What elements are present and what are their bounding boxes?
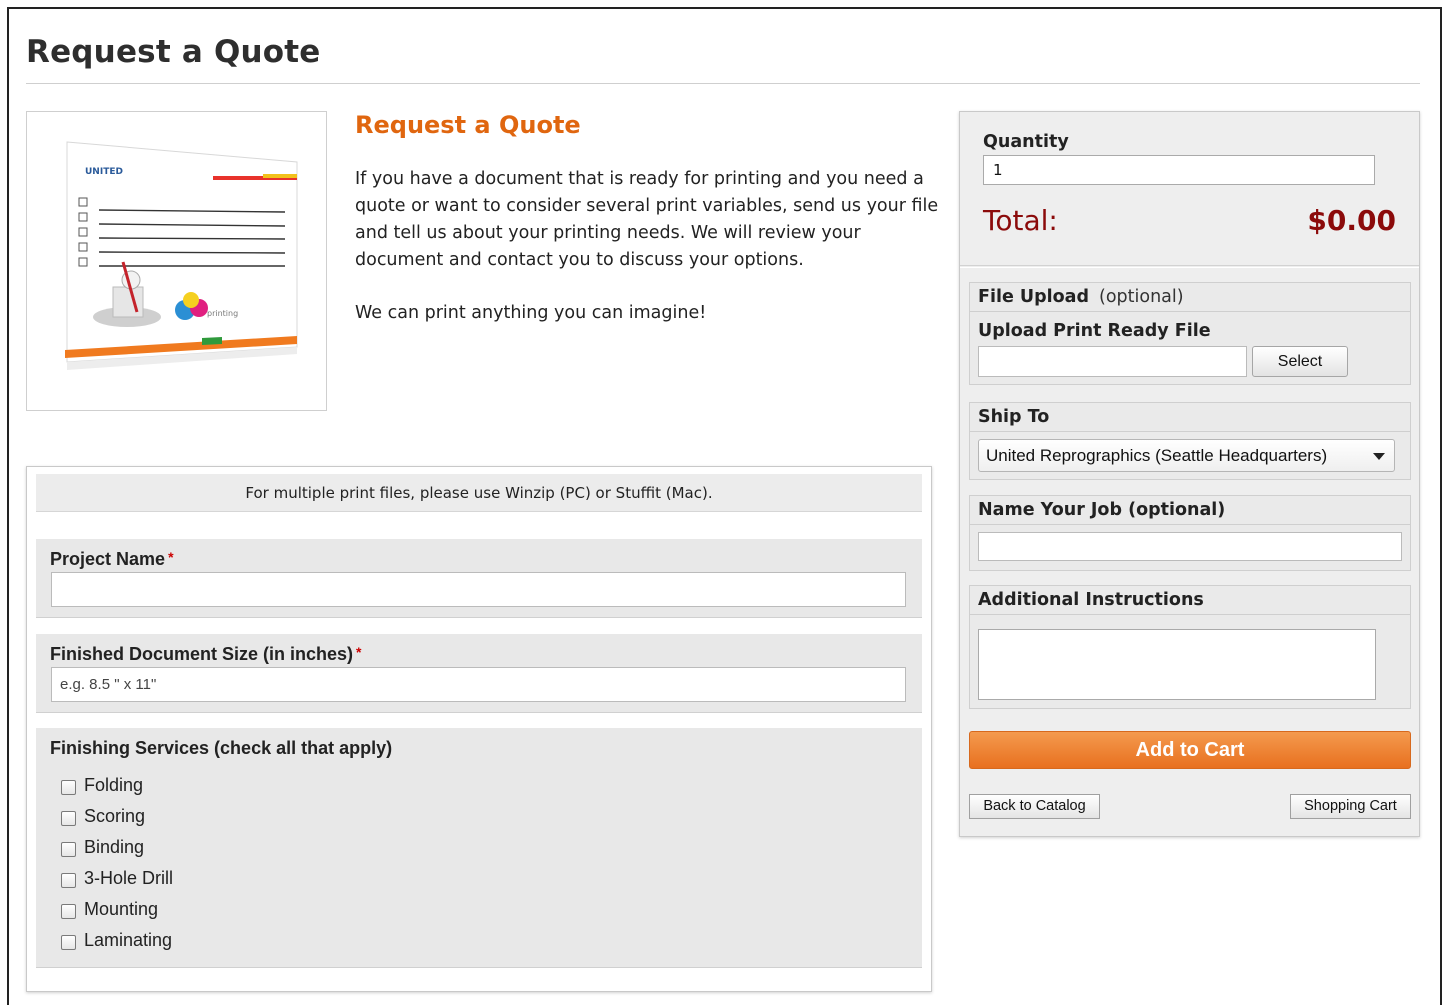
checkbox-mounting[interactable]: Mounting [61,898,158,920]
job-name-heading: Name Your Job (optional) [970,496,1410,525]
svg-text:printing: printing [207,309,238,318]
ship-to-selected-value: United Reprographics (Seattle Headquarte… [986,446,1328,465]
title-divider [26,83,1420,84]
upload-print-ready-label: Upload Print Ready File [978,321,1211,341]
project-name-label: Project Name * [50,549,174,570]
document-size-label: Finished Document Size (in inches) * [50,644,362,665]
ship-to-group: Ship To United Reprographics (Seattle He… [969,402,1411,480]
total-value: $0.00 [1307,204,1396,237]
ship-to-select[interactable]: United Reprographics (Seattle Headquarte… [978,439,1395,472]
checkbox-icon[interactable] [61,872,76,888]
intro-tagline: We can print anything you can imagine! [355,303,707,323]
file-upload-title: File Upload [978,287,1090,307]
checkbox-scoring[interactable]: Scoring [61,805,145,827]
select-file-button[interactable]: Select [1252,346,1348,377]
job-name-group: Name Your Job (optional) [969,495,1411,571]
document-size-panel: Finished Document Size (in inches) * e.g.… [36,634,922,713]
quantity-label: Quantity [983,132,1069,152]
finishing-services-panel: Finishing Services (check all that apply… [36,728,922,968]
quote-form-illustration: UNITED printing [65,141,298,370]
checkbox-folding[interactable]: Folding [61,774,143,796]
add-to-cart-button[interactable]: Add to Cart [969,731,1411,769]
checkbox-label: Laminating [84,929,173,950]
intro-body: If you have a document that is ready for… [355,166,940,327]
checkbox-label: Mounting [84,898,159,919]
intro-heading: Request a Quote [355,111,581,139]
quantity-input[interactable]: 1 [983,155,1375,185]
required-marker: * [356,644,362,660]
finishing-services-label: Finishing Services (check all that apply… [50,738,393,758]
sidebar-divider-highlight [960,267,1419,268]
total-label: Total: [983,204,1058,237]
checkbox-binding[interactable]: Binding [61,836,144,858]
checkbox-label: Binding [84,836,145,857]
project-name-panel: Project Name * [36,539,922,618]
ship-to-heading: Ship To [970,403,1410,432]
checkbox-label: Scoring [84,805,146,826]
required-marker: * [168,549,174,565]
instructions-textarea[interactable] [978,629,1376,700]
instructions-heading: Additional Instructions [970,586,1410,615]
sidebar-divider [960,265,1419,266]
checkbox-label: Folding [84,774,144,795]
file-upload-optional: (optional) [1099,287,1184,307]
checkbox-label: 3-Hole Drill [84,867,174,888]
intro-paragraph: If you have a document that is ready for… [355,169,939,270]
file-upload-heading: File Upload (optional) [970,283,1410,312]
order-sidebar: Quantity 1 Total: $0.00 File Upload (opti… [959,111,1420,837]
file-path-field[interactable] [978,346,1247,377]
chevron-down-icon [1373,453,1385,460]
project-name-label-text: Project Name [50,549,166,569]
job-name-input[interactable] [978,532,1402,561]
instructions-group: Additional Instructions [969,585,1411,709]
back-to-catalog-button[interactable]: Back to Catalog [969,794,1100,819]
checkbox-icon[interactable] [61,841,76,857]
project-name-input[interactable] [51,572,906,607]
checkbox-icon[interactable] [61,934,76,950]
checkbox-icon[interactable] [61,903,76,919]
multiple-files-note: For multiple print files, please use Win… [36,474,922,512]
product-thumbnail: UNITED printing [26,111,327,411]
svg-text:UNITED: UNITED [85,167,123,177]
quote-form: For multiple print files, please use Win… [26,466,932,992]
shopping-cart-button[interactable]: Shopping Cart [1290,794,1411,819]
checkbox-laminating[interactable]: Laminating [61,929,172,951]
file-upload-group: File Upload (optional) Upload Print Ready… [969,282,1411,385]
page-title: Request a Quote [26,34,321,70]
document-size-input[interactable]: e.g. 8.5 " x 11" [51,667,906,702]
checkbox-3-hole-drill[interactable]: 3-Hole Drill [61,867,173,889]
checkbox-icon[interactable] [61,810,76,826]
checkbox-icon[interactable] [61,779,76,795]
document-size-label-text: Finished Document Size (in inches) [50,644,354,664]
